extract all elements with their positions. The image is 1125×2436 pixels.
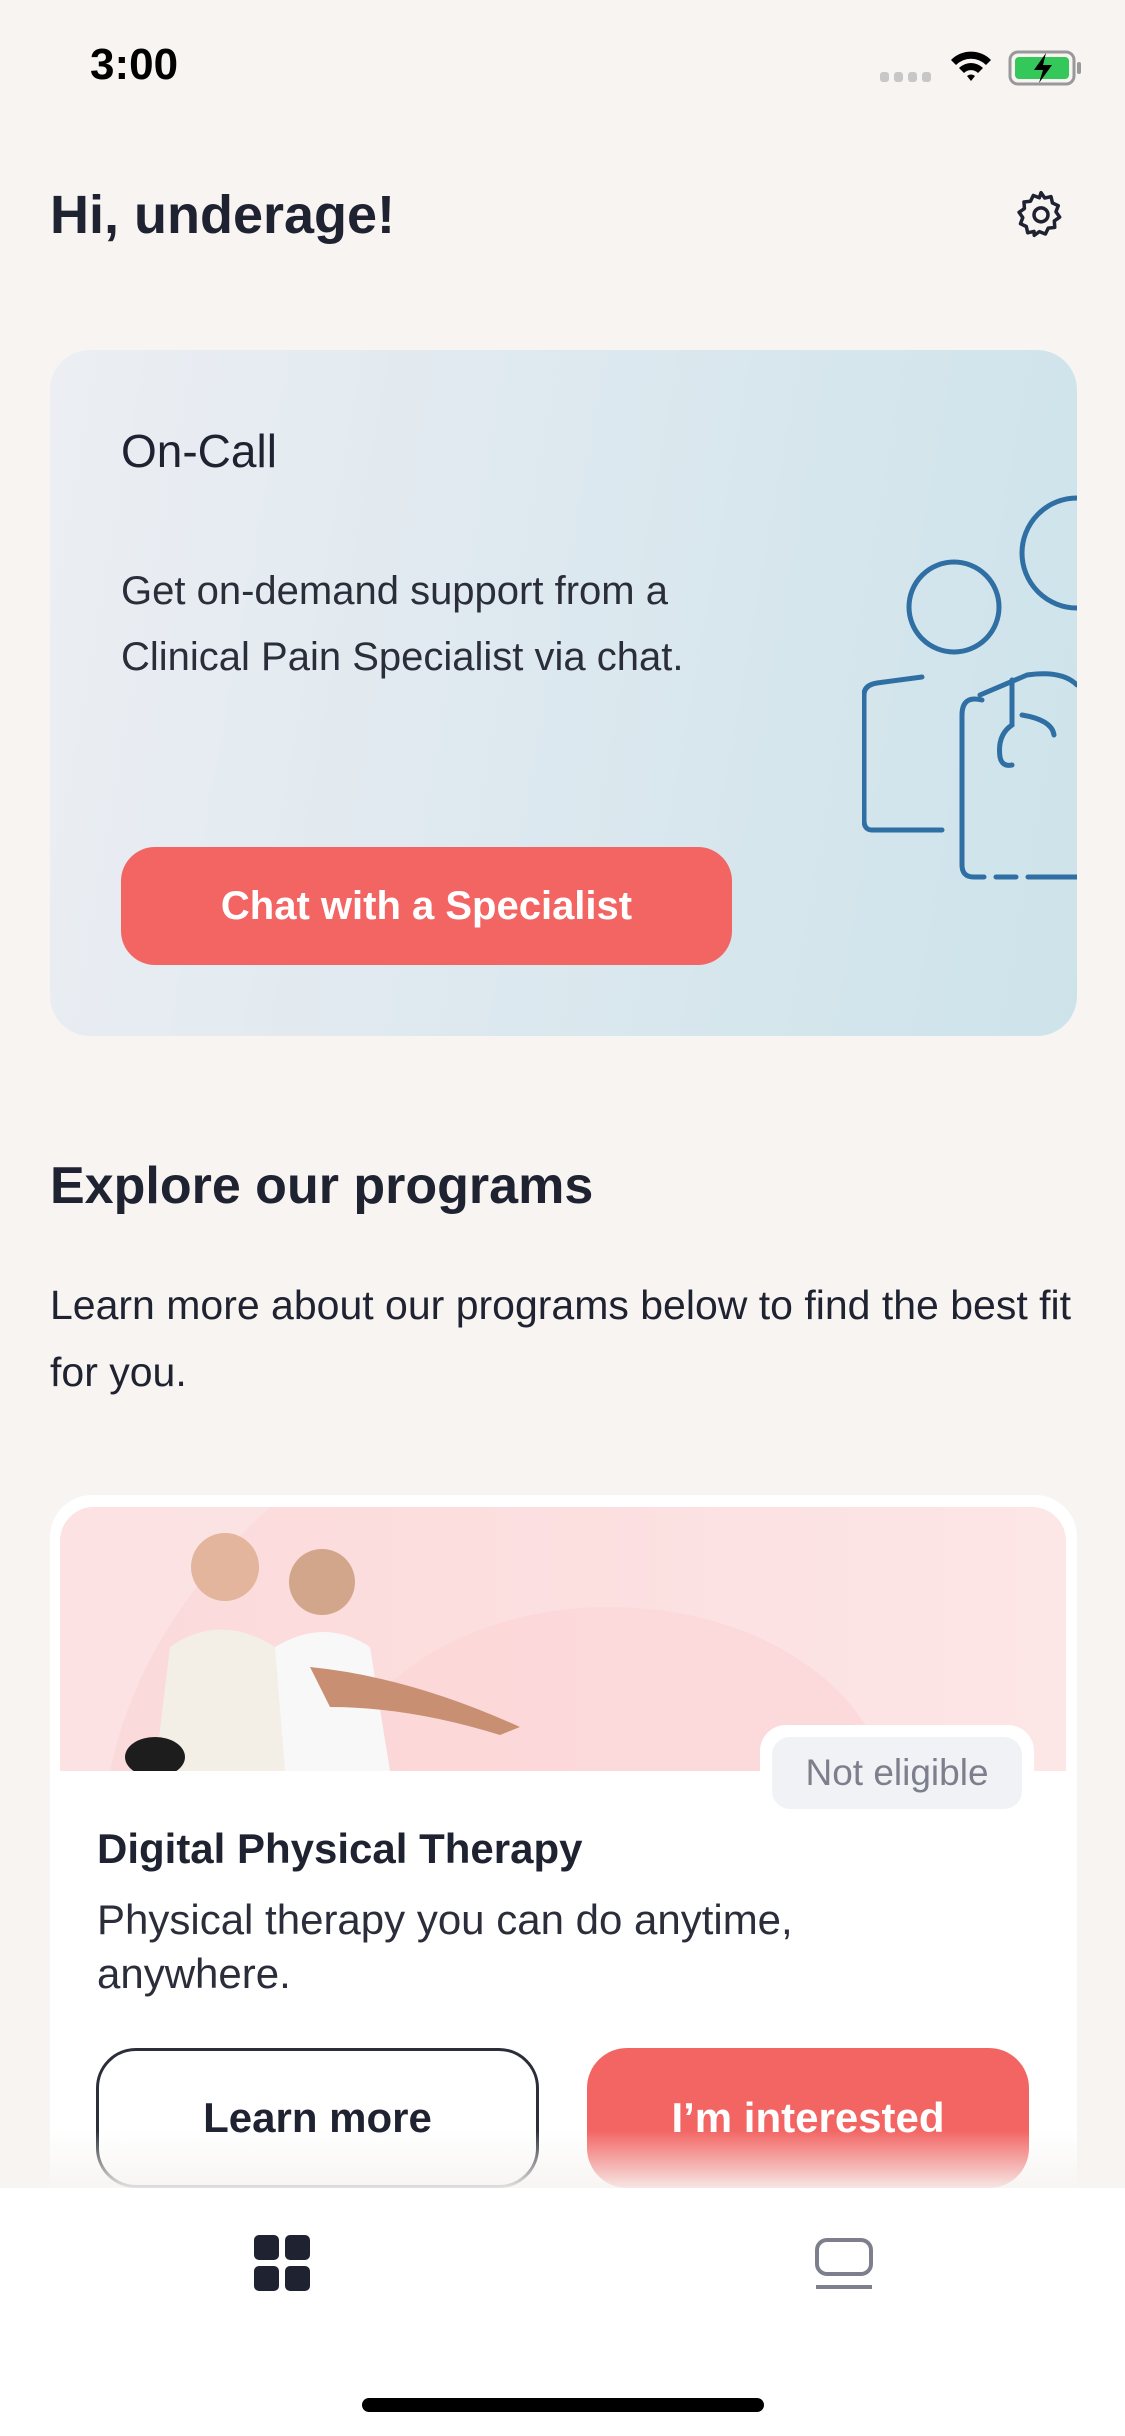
scroll-fade <box>0 2130 1125 2188</box>
chat-with-specialist-button[interactable]: Chat with a Specialist <box>121 847 732 965</box>
on-call-description: Get on-demand support from a Clinical Pa… <box>121 569 684 679</box>
eligibility-badge: Not eligible <box>772 1737 1022 1809</box>
program-title: Digital Physical Therapy <box>97 1825 583 1872</box>
cellular-signal-icon <box>880 72 931 82</box>
tab-device-icon[interactable] <box>812 2237 876 2293</box>
explore-programs-description: Learn more about our programs below to f… <box>50 1282 1072 1395</box>
wifi-icon <box>951 51 991 81</box>
tab-home-grid-icon[interactable] <box>252 2233 312 2293</box>
greeting-heading: Hi, underage! <box>50 185 396 245</box>
specialists-illustration-icon <box>862 495 1077 880</box>
program-description: Physical therapy you can do anytime, any… <box>97 1896 793 1997</box>
on-call-title: On-Call <box>121 425 277 477</box>
settings-gear-icon[interactable] <box>1013 188 1069 244</box>
explore-programs-heading: Explore our programs <box>50 1157 594 1215</box>
home-indicator <box>362 2398 764 2412</box>
status-time: 3:00 <box>90 40 179 89</box>
on-call-card: On-Call Get on-demand support from a Cli… <box>50 350 1077 1036</box>
battery-charging-icon <box>1008 50 1081 86</box>
